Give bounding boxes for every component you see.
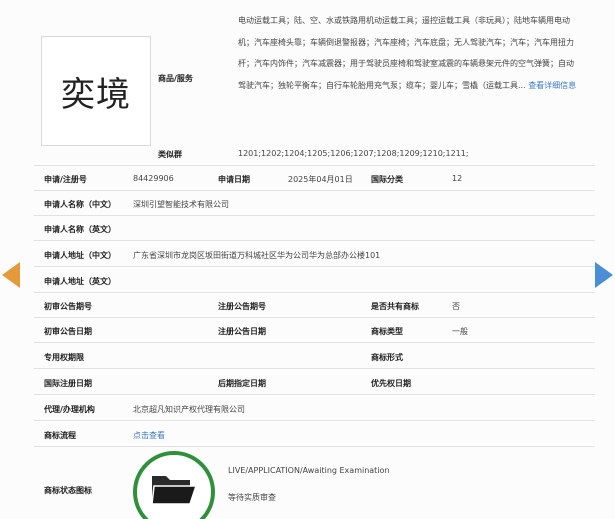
address-cn-label: 申请人地址（中文） [44,251,116,260]
divider [34,446,595,447]
prelim-pub-date-label: 初审公告日期 [44,327,92,336]
tm-type-label: 商标类型 [371,327,403,336]
apply-date-value: 2025年04月01日 [288,175,353,184]
goods-services-text: 电动运载工具；陆、空、水或铁路用机动运载工具；遥控运载工具（非玩具）；陆地车辆用… [238,10,578,96]
tm-form-label: 商标形式 [371,353,403,362]
process-label: 商标流程 [44,431,76,440]
trademark-logo-image: 奕境 [41,36,151,146]
reg-no-value: 84429906 [133,174,174,183]
folder-icon [151,476,198,505]
divider [34,215,595,216]
shared-tm-value: 否 [452,302,460,311]
prev-arrow-icon[interactable] [2,262,20,288]
similar-group-label: 类似群 [158,150,182,159]
priority-date-label: 优先权日期 [371,379,411,388]
intl-class-value: 12 [452,174,463,183]
intl-class-label: 国际分类 [371,175,403,184]
prelim-pub-no-label: 初审公告期号 [44,302,92,311]
agent-label: 代理/办理机构 [44,405,95,414]
goods-services-list: 电动运载工具；陆、空、水或铁路用机动运载工具；遥控运载工具（非玩具）；陆地车辆用… [238,16,574,90]
status-cn-text: 等待实质审查 [228,493,276,502]
divider [34,190,595,191]
divider [34,240,595,241]
trademark-logo-text: 奕境 [61,74,131,115]
divider [34,342,595,343]
shared-tm-label: 是否共有商标 [371,302,419,311]
reg-no-label: 申请/注册号 [44,175,87,184]
divider [34,420,595,421]
divider [34,165,595,166]
view-details-link[interactable]: 查看详细信息 [528,81,576,90]
later-designation-date-label: 后期指定日期 [218,379,266,388]
next-arrow-icon[interactable] [595,262,613,288]
divider [34,317,595,318]
apply-date-label: 申请日期 [218,175,250,184]
goods-label: 商品/服务 [158,74,193,83]
trademark-detail-page: 奕境 商品/服务 电动运载工具；陆、空、水或铁路用机动运载工具；遥控运载工具（非… [0,0,615,519]
applicant-en-label: 申请人名称（英文） [44,225,116,234]
agent-value: 北京超凡知识产权代理有限公司 [133,405,245,414]
status-icon-label: 商标状态图标 [44,486,92,495]
address-cn-value: 广东省深圳市龙岗区坂田街道万科城社区华为公司华为总部办公楼101 [133,251,381,260]
address-en-label: 申请人地址（英文） [44,277,116,286]
reg-pub-date-label: 注册公告日期 [218,327,266,336]
tm-type-value: 一般 [452,327,468,336]
exclusive-period-label: 专用权期限 [44,353,84,362]
divider [34,394,595,395]
similar-group-value: 1201;1202;1204;1205;1206;1207;1208;1209;… [238,149,469,158]
process-view-link[interactable]: 点击查看 [133,430,165,441]
status-en-text: LIVE/APPLICATION/Awaiting Examination [228,466,390,475]
applicant-cn-value: 深圳引望智能技术有限公司 [133,200,229,209]
intl-reg-date-label: 国际注册日期 [44,379,92,388]
applicant-cn-label: 申请人名称（中文） [44,200,116,209]
divider [34,266,595,267]
divider [34,292,595,293]
reg-pub-no-label: 注册公告期号 [218,302,266,311]
divider [34,368,595,369]
